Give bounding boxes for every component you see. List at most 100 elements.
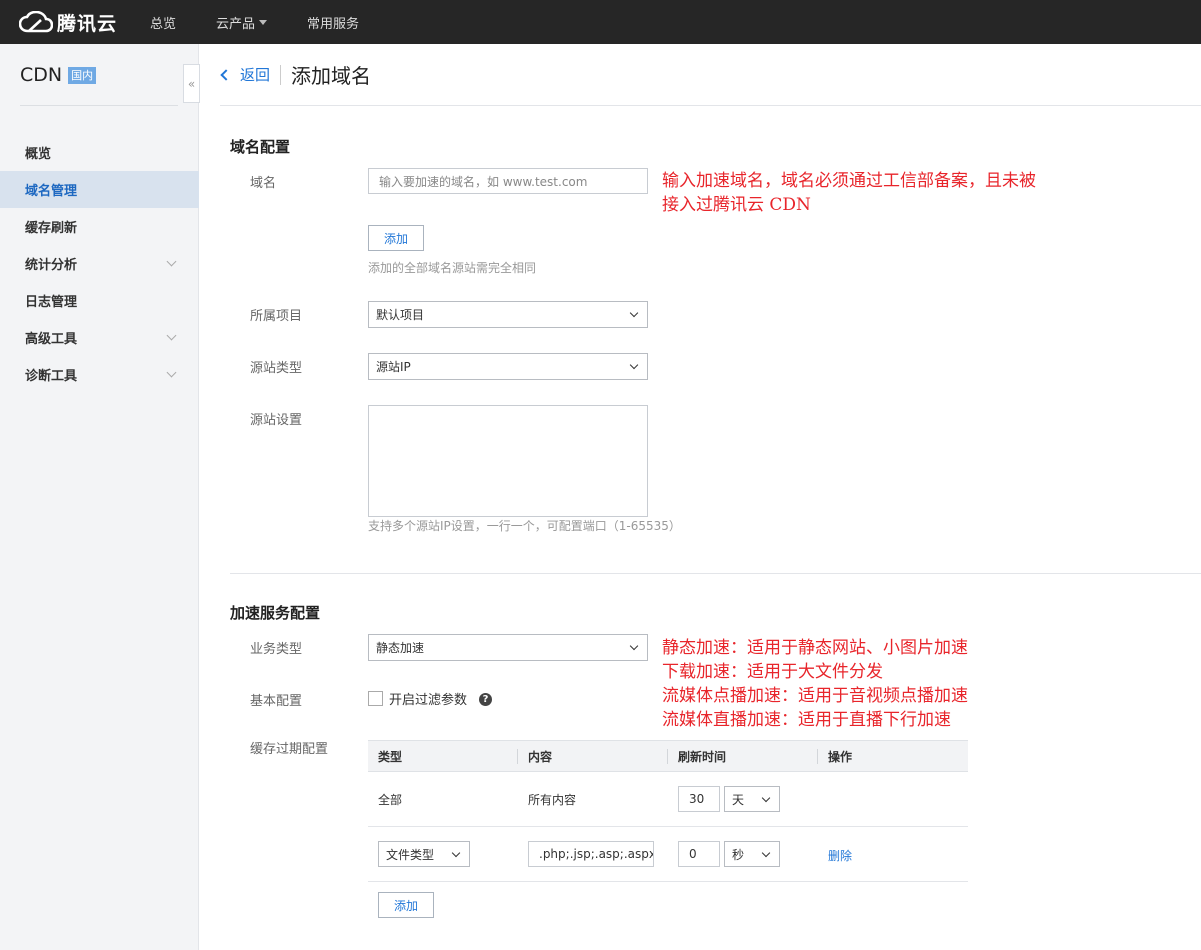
- sidebar-item-label: 域名管理: [25, 184, 78, 199]
- project-select[interactable]: 默认项目: [368, 301, 648, 328]
- nav-common-services[interactable]: 常用服务: [307, 13, 359, 32]
- brand-name: 腾讯云: [57, 12, 118, 35]
- back-label: 返回: [240, 66, 271, 84]
- business-type-select-value: 静态加速: [376, 641, 425, 655]
- chevron-down-icon: [761, 848, 771, 857]
- help-icon[interactable]: ?: [479, 693, 492, 706]
- unit-select-value: 秒: [732, 847, 745, 862]
- origin-type-select[interactable]: 源站IP: [368, 353, 648, 380]
- origin-settings-hint: 支持多个源站IP设置，一行一个，可配置端口（1-65535）: [368, 519, 681, 533]
- refresh-time-unit-select[interactable]: 秒: [724, 841, 780, 867]
- chevron-down-icon: [629, 308, 639, 318]
- chevron-down-icon: [629, 360, 639, 370]
- chevron-left-icon: [220, 68, 232, 81]
- section-title-accel-config: 加速服务配置: [230, 604, 321, 622]
- sidebar-item-domain-management[interactable]: 域名管理: [0, 171, 199, 208]
- caret-down-icon: [259, 19, 268, 25]
- table-header-cell: 类型: [378, 749, 403, 764]
- sidebar-item-overview[interactable]: 概览: [0, 134, 199, 171]
- back-link[interactable]: 返回: [220, 64, 270, 85]
- header-divider: [280, 64, 282, 85]
- sidebar-item-label: 缓存刷新: [25, 221, 78, 236]
- filter-params-checkbox[interactable]: [368, 691, 383, 706]
- cloud-icon: [19, 11, 53, 33]
- sidebar-item-label: 统计分析: [25, 258, 78, 273]
- chevron-down-icon: [451, 848, 461, 857]
- row-content: 所有内容: [528, 793, 577, 807]
- sidebar-item-log-management[interactable]: 日志管理: [0, 282, 199, 319]
- add-cache-rule-button[interactable]: 添加: [378, 892, 434, 918]
- project-select-value: 默认项目: [376, 308, 425, 322]
- chevron-down-icon: [629, 641, 639, 651]
- file-type-select[interactable]: 文件类型: [378, 841, 470, 867]
- origin-settings-label: 源站设置: [250, 413, 303, 428]
- origin-type-label: 源站类型: [250, 361, 303, 376]
- project-label: 所属项目: [250, 309, 303, 324]
- sidebar-item-advanced-tools[interactable]: 高级工具: [0, 319, 199, 356]
- section-divider: [230, 573, 1201, 574]
- annotation-domain: 输入加速域名，域名必须通过工信部备案，且未被 接入过腾讯云 CDN: [662, 169, 1036, 217]
- basic-config-label: 基本配置: [250, 694, 303, 709]
- annotation-line: 输入加速域名，域名必须通过工信部备案，且未被: [662, 171, 1036, 191]
- sidebar-item-label: 概览: [25, 147, 52, 162]
- table-header: 类型 内容 刷新时间 操作: [368, 740, 968, 772]
- file-type-select-value: 文件类型: [386, 847, 435, 862]
- top-nav: 总览 云产品 常用服务: [150, 13, 399, 32]
- nav-overview-label: 总览: [150, 16, 177, 32]
- product-name: CDN: [20, 64, 63, 86]
- annotation-line: 接入过腾讯云 CDN: [662, 195, 811, 215]
- refresh-time-input[interactable]: 30: [678, 786, 720, 812]
- annotation-line: 下载加速：适用于大文件分发: [662, 662, 883, 682]
- sidebar-item-label: 诊断工具: [25, 369, 78, 384]
- chevron-down-icon: [166, 330, 177, 341]
- cache-expire-label: 缓存过期配置: [250, 742, 329, 757]
- sidebar-item-cache-refresh[interactable]: 缓存刷新: [0, 208, 199, 245]
- chevron-down-icon: [166, 367, 177, 378]
- domain-label: 域名: [250, 176, 277, 191]
- chevron-down-icon: [166, 256, 177, 267]
- add-domain-button[interactable]: 添加: [368, 225, 424, 251]
- sidebar-item-diagnostic-tools[interactable]: 诊断工具: [0, 356, 199, 393]
- row-type: 全部: [378, 793, 403, 807]
- annotation-business-types: 静态加速：适用于静态网站、小图片加速 下载加速：适用于大文件分发 流媒体点播加速…: [662, 636, 968, 732]
- file-extensions-input[interactable]: .php;.jsp;.asp;.aspx: [528, 841, 654, 867]
- page-title: 添加域名: [291, 64, 372, 88]
- sidebar-item-statistics[interactable]: 统计分析: [0, 245, 199, 282]
- nav-cloud-products[interactable]: 云产品: [216, 13, 268, 32]
- delete-row-link[interactable]: 删除: [828, 847, 852, 864]
- double-chevron-left-icon: «: [187, 76, 196, 91]
- page-header: 返回 添加域名: [220, 44, 1201, 106]
- nav-common-services-label: 常用服务: [307, 16, 360, 32]
- origin-type-select-value: 源站IP: [376, 360, 411, 374]
- table-row: 文件类型 .php;.jsp;.asp;.aspx 0 秒 删除: [368, 827, 968, 882]
- add-domain-hint: 添加的全部域名源站需完全相同: [368, 261, 537, 275]
- top-navbar: 腾讯云 总览 云产品 常用服务: [0, 0, 1201, 44]
- table-header-cell: 操作: [828, 749, 853, 764]
- unit-select-value: 天: [732, 792, 745, 807]
- business-type-select[interactable]: 静态加速: [368, 634, 648, 661]
- sidebar: CDN 国内 « 概览 域名管理 缓存刷新 统计分析 日志管理 高级工具 诊断工…: [0, 44, 200, 950]
- table-header-cell: 内容: [528, 749, 553, 764]
- annotation-line: 流媒体点播加速：适用于音视频点播加速: [662, 686, 968, 706]
- origin-settings-textarea[interactable]: [368, 405, 648, 517]
- table-header-cell: 刷新时间: [678, 749, 727, 764]
- nav-overview[interactable]: 总览: [150, 13, 176, 32]
- brand-logo[interactable]: 腾讯云: [19, 9, 129, 36]
- refresh-time-unit-select[interactable]: 天: [724, 786, 780, 812]
- region-badge: 国内: [68, 66, 97, 84]
- section-title-domain-config: 域名配置: [230, 138, 291, 156]
- annotation-line: 流媒体直播加速：适用于直播下行加速: [662, 710, 951, 730]
- domain-input[interactable]: 输入要加速的域名，如 www.test.com: [368, 168, 648, 194]
- sidebar-divider: [20, 105, 178, 106]
- collapse-sidebar-button[interactable]: «: [183, 64, 200, 103]
- refresh-time-input[interactable]: 0: [678, 841, 720, 867]
- sidebar-menu: 概览 域名管理 缓存刷新 统计分析 日志管理 高级工具 诊断工具: [0, 134, 199, 393]
- nav-cloud-products-label: 云产品: [216, 16, 256, 32]
- sidebar-title: CDN 国内: [20, 64, 97, 86]
- cache-expire-table: 类型 内容 刷新时间 操作 全部 所有内容 30 天 文件类型 .php;.js…: [368, 740, 968, 882]
- sidebar-item-label: 日志管理: [25, 295, 78, 310]
- sidebar-item-label: 高级工具: [25, 332, 78, 347]
- business-type-label: 业务类型: [250, 642, 303, 657]
- filter-params-label: 开启过滤参数: [389, 693, 468, 708]
- table-row: 全部 所有内容 30 天: [368, 772, 968, 827]
